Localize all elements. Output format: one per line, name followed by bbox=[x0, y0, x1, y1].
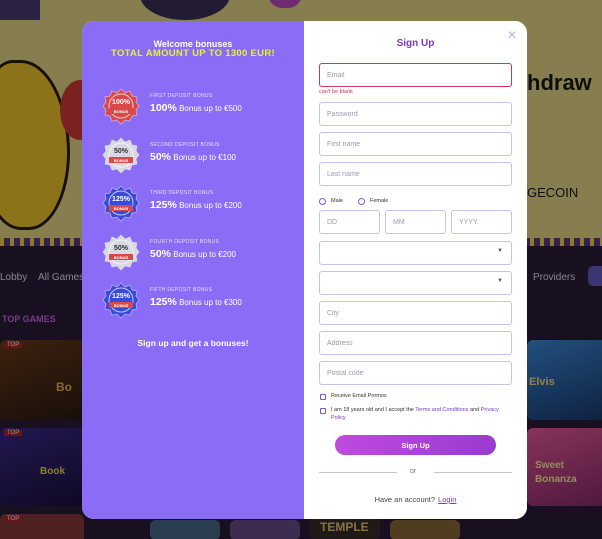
bonus-text: Bonus up to €500 bbox=[179, 104, 242, 113]
bonus-label: first deposit bonus bbox=[150, 93, 213, 99]
bonus-text: Bonus up to €100 bbox=[173, 153, 236, 162]
first-name-field[interactable] bbox=[319, 132, 512, 156]
bonus-badge-icon: 50% BONUS bbox=[102, 137, 140, 175]
bonus-badge-icon: 125% BONUS bbox=[102, 185, 140, 223]
bonus-badge-icon: 50% BONUS bbox=[102, 234, 140, 272]
bonus-text: Bonus up to €300 bbox=[179, 298, 242, 307]
bonus-label: fourth deposit bonus bbox=[150, 239, 220, 245]
bonus-description: 50% Bonus up to €200 bbox=[150, 248, 236, 260]
bonus-label: second deposit bonus bbox=[150, 142, 220, 148]
bonus-percent: 100% bbox=[150, 102, 177, 114]
age-terms-text: I am 18 years old and I accept the bbox=[331, 407, 414, 413]
age-terms-label: I am 18 years old and I accept the Terms… bbox=[331, 406, 501, 422]
login-prompt: Have an account? Login bbox=[304, 495, 527, 504]
age-terms-checkbox[interactable] bbox=[320, 408, 326, 414]
bonus-badge-label: BONUS bbox=[113, 303, 129, 308]
password-field[interactable] bbox=[319, 102, 512, 126]
last-name-field[interactable] bbox=[319, 162, 512, 186]
and-text: and bbox=[470, 407, 480, 413]
bonus-item: 100% BONUS first deposit bonus 100% Bonus u… bbox=[102, 88, 292, 128]
email-error: can't be blank bbox=[319, 89, 353, 95]
signup-modal: Welcome bonuses TOTAL AMOUNT UP TO 1300 … bbox=[82, 21, 527, 519]
bonus-badge-icon: 125% BONUS bbox=[102, 282, 140, 320]
bonus-badge-percent: 50% bbox=[113, 245, 128, 252]
login-link[interactable]: Login bbox=[438, 495, 456, 504]
divider-left bbox=[319, 472, 397, 473]
bonus-text: Bonus up to €200 bbox=[179, 201, 242, 210]
country-select[interactable]: ▼ bbox=[319, 241, 512, 265]
bonus-badge-label: BONUS bbox=[113, 255, 129, 260]
bonus-description: 100% Bonus up to €500 bbox=[150, 102, 242, 114]
close-icon[interactable]: ✕ bbox=[507, 28, 517, 42]
female-label: Female bbox=[370, 198, 389, 204]
birth-day-field[interactable] bbox=[319, 210, 380, 234]
bonus-label: fifth deposit bonus bbox=[150, 287, 213, 293]
bonus-percent: 50% bbox=[150, 151, 172, 163]
bonus-badge-percent: 50% bbox=[113, 148, 128, 155]
bonus-total: TOTAL AMOUNT UP TO 1300 EUR! bbox=[111, 48, 275, 59]
bonus-text: Bonus up to €200 bbox=[173, 250, 236, 259]
bonus-item: 125% BONUS fifth deposit bonus 125% Bonus u… bbox=[102, 282, 292, 322]
bonus-description: 125% Bonus up to €300 bbox=[150, 296, 242, 308]
bonus-percent: 125% bbox=[150, 199, 177, 211]
bonus-badge-percent: 125% bbox=[112, 293, 130, 300]
male-radio[interactable] bbox=[319, 198, 326, 205]
bonus-label: third deposit bonus bbox=[150, 190, 214, 196]
city-field[interactable] bbox=[319, 301, 512, 325]
bonus-panel: Welcome bonuses TOTAL AMOUNT UP TO 1300 … bbox=[82, 21, 304, 519]
email-field[interactable] bbox=[319, 63, 512, 87]
bonus-percent: 125% bbox=[150, 296, 177, 308]
address-field[interactable] bbox=[319, 331, 512, 355]
bonus-badge-percent: 100% bbox=[112, 99, 130, 106]
bonus-percent: 50% bbox=[150, 248, 172, 260]
bonus-description: 125% Bonus up to €200 bbox=[150, 199, 242, 211]
bonus-badge-percent: 125% bbox=[112, 196, 130, 203]
postal-code-field[interactable] bbox=[319, 361, 512, 385]
bonus-description: 50% Bonus up to €100 bbox=[150, 151, 236, 163]
chevron-down-icon: ▼ bbox=[497, 278, 503, 284]
bonus-item: 50% BONUS fourth deposit bonus 50% Bonus up… bbox=[102, 234, 292, 274]
terms-link[interactable]: Terms and Conditions bbox=[415, 407, 468, 413]
bonus-item: 50% BONUS second deposit bonus 50% Bonus up… bbox=[102, 137, 292, 177]
bonus-footer: Sign up and get a bonuses! bbox=[137, 338, 249, 348]
birth-year-field[interactable] bbox=[451, 210, 512, 234]
signup-button[interactable]: Sign Up bbox=[335, 435, 496, 455]
bonus-badge-label: BONUS bbox=[113, 158, 129, 163]
email-promos-label: Receive Email Promos bbox=[331, 393, 387, 399]
bonus-item: 125% BONUS third deposit bonus 125% Bonus u… bbox=[102, 185, 292, 225]
signup-form: Sign Up ✕ can't be blank Male Female ▼ ▼… bbox=[304, 21, 527, 519]
chevron-down-icon: ▼ bbox=[497, 248, 503, 254]
currency-select[interactable]: ▼ bbox=[319, 271, 512, 295]
birth-month-field[interactable] bbox=[385, 210, 446, 234]
bonus-badge-label: BONUS bbox=[113, 206, 129, 211]
form-title: Sign Up bbox=[396, 38, 435, 49]
or-text: or bbox=[410, 468, 417, 475]
bonus-badge-icon: 100% BONUS bbox=[102, 88, 140, 126]
have-account-text: Have an account? bbox=[374, 495, 436, 504]
male-label: Male bbox=[331, 198, 343, 204]
bonus-badge-label: BONUS bbox=[113, 109, 129, 114]
email-promos-checkbox[interactable] bbox=[320, 394, 326, 400]
female-radio[interactable] bbox=[358, 198, 365, 205]
divider-right bbox=[434, 472, 512, 473]
